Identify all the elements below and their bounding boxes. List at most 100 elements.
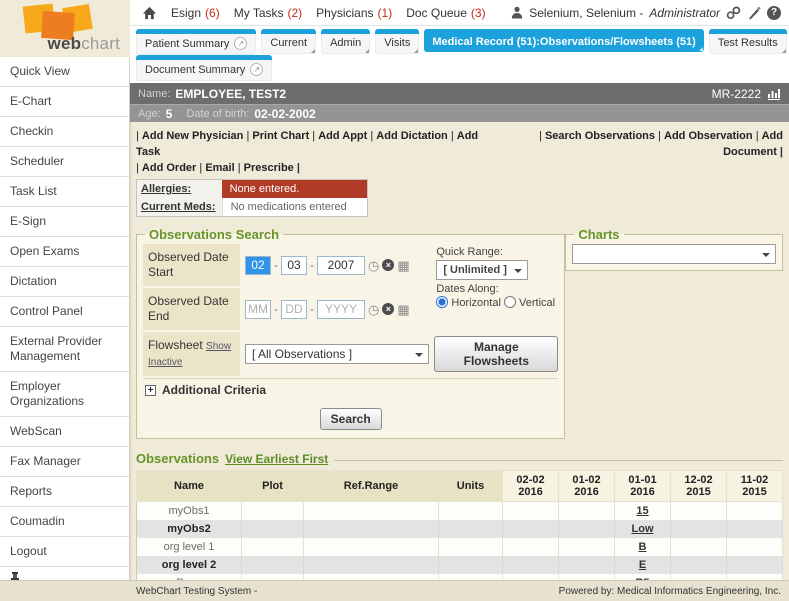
start-month-input[interactable] (245, 256, 271, 275)
sidebar-item-e-sign[interactable]: E-Sign (0, 207, 129, 237)
sidebar-item-scheduler[interactable]: Scheduler (0, 147, 129, 177)
obs-value-link[interactable]: E (639, 559, 646, 571)
tab-document-summary[interactable]: Document Summary ↗ (136, 55, 272, 81)
observations-search-fieldset: Observations Search Observed Date Start … (136, 227, 565, 439)
end-month-input[interactable] (245, 300, 271, 319)
end-year-input[interactable] (317, 300, 365, 319)
flowsheet-select[interactable]: [ All Observations ] (245, 344, 429, 364)
sidebar-item-quick-view[interactable]: Quick View (0, 57, 129, 87)
quick-range-select[interactable]: [ Unlimited ] (436, 260, 528, 280)
home-icon[interactable] (142, 6, 157, 20)
webchart-logo[interactable]: webchart (0, 0, 130, 57)
col-header-name: Name (137, 471, 242, 502)
search-observations-link[interactable]: Search Observations (539, 130, 655, 142)
horizontal-radio-label: Horizontal (451, 297, 501, 309)
start-year-input[interactable] (317, 256, 365, 275)
patient-age: 5 (166, 107, 173, 121)
add-new-physician-link[interactable]: Add New Physician (136, 130, 243, 142)
patient-name-bar: Name: EMPLOYEE, TEST2 MR-2222 (130, 83, 789, 105)
start-day-input[interactable] (281, 256, 307, 275)
view-earliest-first-link[interactable]: View Earliest First (225, 452, 328, 466)
add-appt-link[interactable]: Add Appt (312, 130, 367, 142)
tab-menu-corner-icon (414, 49, 418, 53)
age-label: Age: (138, 108, 161, 120)
print-chart-link[interactable]: Print Chart (246, 130, 309, 142)
current-meds-link[interactable]: Current Meds: (137, 198, 222, 216)
vertical-radio[interactable] (504, 296, 516, 308)
clear-date-icon[interactable]: × (382, 303, 394, 315)
current-meds-value: No medications entered (222, 198, 367, 216)
add-order-link[interactable]: Add Order (136, 162, 196, 174)
expand-plus-icon[interactable]: + (145, 385, 156, 396)
allergies-value: None entered. (222, 180, 367, 198)
tab-bar-row1: Patient Summary↗ Current Admin Visits Me… (130, 26, 789, 55)
sidebar-item-external-provider-management[interactable]: External Provider Management (0, 327, 129, 372)
obs-refrange-cell (304, 520, 439, 538)
sidebar-item-open-exams[interactable]: Open Exams (0, 237, 129, 267)
observations-search-legend: Observations Search (145, 227, 283, 242)
sidebar-item-webscan[interactable]: WebScan (0, 417, 129, 447)
user-area: Selenium, Selenium - Administrator ? (511, 6, 781, 20)
tab-test-results[interactable]: Test Results (709, 29, 787, 54)
patient-mr-number: MR-2222 (712, 87, 761, 101)
end-day-input[interactable] (281, 300, 307, 319)
add-observation-link[interactable]: Add Observation (658, 130, 753, 142)
top-nav: Esign(6) My Tasks(2) Physicians(1) Doc Q… (130, 0, 789, 26)
main-area: Esign(6) My Tasks(2) Physicians(1) Doc Q… (130, 0, 789, 601)
email-link[interactable]: Email (199, 162, 234, 174)
manage-flowsheets-button[interactable]: Manage Flowsheets (434, 336, 558, 372)
sidebar-item-task-list[interactable]: Task List (0, 177, 129, 207)
clear-date-icon[interactable]: × (382, 259, 394, 271)
growth-chart-icon[interactable] (767, 88, 781, 100)
topnav-esign[interactable]: Esign(6) (171, 6, 220, 20)
sidebar-item-control-panel[interactable]: Control Panel (0, 297, 129, 327)
tab-admin[interactable]: Admin (321, 29, 370, 54)
tab-label: Visits (384, 37, 410, 49)
quick-range-label: Quick Range: (436, 246, 556, 258)
sidebar-item-checkin[interactable]: Checkin (0, 117, 129, 147)
search-charts-row: Observations Search Observed Date Start … (136, 227, 783, 439)
obs-value-link[interactable]: Low (632, 523, 654, 535)
additional-criteria-toggle[interactable]: + Additional Criteria (143, 378, 558, 401)
topnav-my-tasks[interactable]: My Tasks(2) (234, 6, 302, 20)
sidebar-item-fax-manager[interactable]: Fax Manager (0, 447, 129, 477)
clock-icon[interactable]: ◷ (368, 303, 379, 316)
tab-patient-summary[interactable]: Patient Summary↗ (136, 29, 256, 55)
divider (334, 460, 783, 461)
charts-select[interactable] (572, 244, 776, 264)
sidebar-item-employer-organizations[interactable]: Employer Organizations (0, 372, 129, 417)
horizontal-radio[interactable] (436, 296, 448, 308)
sidebar-item-e-chart[interactable]: E-Chart (0, 87, 129, 117)
prescribe-link[interactable]: Prescribe (238, 162, 294, 174)
topnav-physicians[interactable]: Physicians(1) (316, 6, 392, 20)
sidebar-item-dictation[interactable]: Dictation (0, 267, 129, 297)
tab-menu-corner-icon (365, 49, 369, 53)
obs-value-link[interactable]: 15 (636, 505, 648, 517)
link-icon[interactable] (726, 6, 741, 20)
sidebar-item-coumadin[interactable]: Coumadin (0, 507, 129, 537)
popout-icon[interactable]: ↗ (250, 63, 263, 76)
col-header-units: Units (439, 471, 503, 502)
sidebar-item-reports[interactable]: Reports (0, 477, 129, 507)
tab-visits[interactable]: Visits (375, 29, 419, 54)
current-meds-row: Current Meds: No medications entered (137, 198, 367, 216)
search-button[interactable]: Search (320, 408, 382, 430)
calendar-icon[interactable]: ▦ (397, 303, 409, 316)
tab-label: Document Summary (145, 64, 245, 76)
obs-units-cell (439, 502, 503, 520)
allergies-link[interactable]: Allergies: (137, 180, 222, 198)
tab-label: Current (270, 37, 307, 49)
obs-value-link[interactable]: B (639, 541, 647, 553)
topnav-doc-queue[interactable]: Doc Queue(3) (406, 6, 485, 20)
wand-icon[interactable] (747, 6, 761, 20)
sidebar-item-logout[interactable]: Logout (0, 537, 129, 567)
obs-plot-cell (242, 520, 304, 538)
add-dictation-link[interactable]: Add Dictation (370, 130, 447, 142)
tab-label: Medical Record (51):Observations/Flowshe… (432, 36, 695, 48)
popout-icon[interactable]: ↗ (234, 37, 247, 50)
help-icon[interactable]: ? (767, 6, 781, 20)
tab-current[interactable]: Current (261, 29, 316, 54)
tab-medical-record-observations[interactable]: Medical Record (51):Observations/Flowshe… (424, 29, 703, 52)
clock-icon[interactable]: ◷ (368, 259, 379, 272)
calendar-icon[interactable]: ▦ (397, 259, 409, 272)
